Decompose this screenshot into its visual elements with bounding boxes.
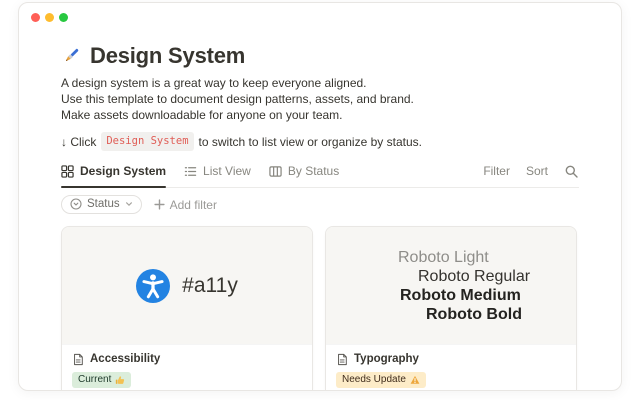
card-cover: #a11y xyxy=(62,227,312,344)
warning-icon xyxy=(410,375,420,385)
search-button[interactable] xyxy=(564,164,579,179)
maximize-button[interactable] xyxy=(59,13,68,22)
page-title: Design System xyxy=(90,43,245,68)
font-sample-regular: Roboto Regular xyxy=(418,267,576,286)
card-title-row: Typography xyxy=(336,352,566,367)
page-icon xyxy=(72,353,84,366)
window-controls xyxy=(31,13,68,22)
thumbs-up-icon xyxy=(115,375,125,385)
gallery-view-icon xyxy=(61,165,74,178)
sort-button[interactable]: Sort xyxy=(526,164,548,178)
filter-bar: Status Add filter xyxy=(61,195,579,214)
font-sample-bold: Roboto Bold xyxy=(426,305,576,324)
add-filter-label: Add filter xyxy=(170,198,217,212)
card-cover: Roboto Light Roboto Regular Roboto Mediu… xyxy=(326,227,576,344)
app-window: Design System A design system is a great… xyxy=(18,2,622,391)
status-filter-chip[interactable]: Status xyxy=(61,195,142,214)
hint-prefix: ↓ Click xyxy=(61,134,96,150)
description-line: Make assets downloadable for anyone on y… xyxy=(61,107,579,123)
card-title: Accessibility xyxy=(90,352,160,367)
card-footer: Typography Needs Update xyxy=(326,344,576,391)
page-description: A design system is a great way to keep e… xyxy=(61,75,579,123)
circle-chevron-down-icon xyxy=(70,198,82,210)
inline-code: Design System xyxy=(101,132,193,151)
description-line: A design system is a great way to keep e… xyxy=(61,75,579,91)
plus-icon xyxy=(154,199,165,210)
minimize-button[interactable] xyxy=(45,13,54,22)
chevron-down-icon xyxy=(125,200,133,208)
filter-button[interactable]: Filter xyxy=(483,164,510,178)
hint-suffix: to switch to list view or organize by st… xyxy=(199,134,422,150)
close-button[interactable] xyxy=(31,13,40,22)
board-view-icon xyxy=(269,165,282,178)
view-actions: Filter Sort xyxy=(483,164,579,185)
card-typography[interactable]: Roboto Light Roboto Regular Roboto Mediu… xyxy=(325,226,577,391)
page-icon xyxy=(336,353,348,366)
accessibility-icon xyxy=(136,269,170,303)
status-badge-label: Current xyxy=(78,374,111,386)
status-chip-label: Status xyxy=(87,198,120,210)
tab-design-system[interactable]: Design System xyxy=(61,161,166,187)
status-badge-label: Needs Update xyxy=(342,374,406,386)
tab-label: By Status xyxy=(288,164,339,179)
tab-list-view[interactable]: List View xyxy=(184,161,251,187)
card-footer: Accessibility Current xyxy=(62,344,312,391)
list-view-icon xyxy=(184,165,197,178)
card-title-row: Accessibility xyxy=(72,352,302,367)
search-icon xyxy=(564,164,579,179)
a11y-hashtag: #a11y xyxy=(182,274,238,298)
status-badge: Current xyxy=(72,372,131,388)
card-accessibility[interactable]: #a11y Accessibility Current xyxy=(61,226,313,391)
page-title-row: Design System xyxy=(61,43,579,68)
hint-line: ↓ Click Design System to switch to list … xyxy=(61,132,579,151)
paintbrush-icon xyxy=(61,46,81,66)
add-filter-button[interactable]: Add filter xyxy=(154,198,217,212)
page-content: Design System A design system is a great… xyxy=(19,43,621,391)
description-line: Use this template to document design pat… xyxy=(61,91,579,107)
card-title: Typography xyxy=(354,352,419,367)
font-sample-medium: Roboto Medium xyxy=(400,286,576,305)
tab-label: Design System xyxy=(80,164,166,179)
status-badge: Needs Update xyxy=(336,372,426,388)
font-sample-light: Roboto Light xyxy=(398,248,576,267)
tab-by-status[interactable]: By Status xyxy=(269,161,339,187)
view-tab-bar: Design System List View By Status Filter… xyxy=(61,161,579,188)
window-titlebar xyxy=(19,3,621,31)
gallery-view: #a11y Accessibility Current xyxy=(61,226,579,391)
tab-label: List View xyxy=(203,164,251,179)
